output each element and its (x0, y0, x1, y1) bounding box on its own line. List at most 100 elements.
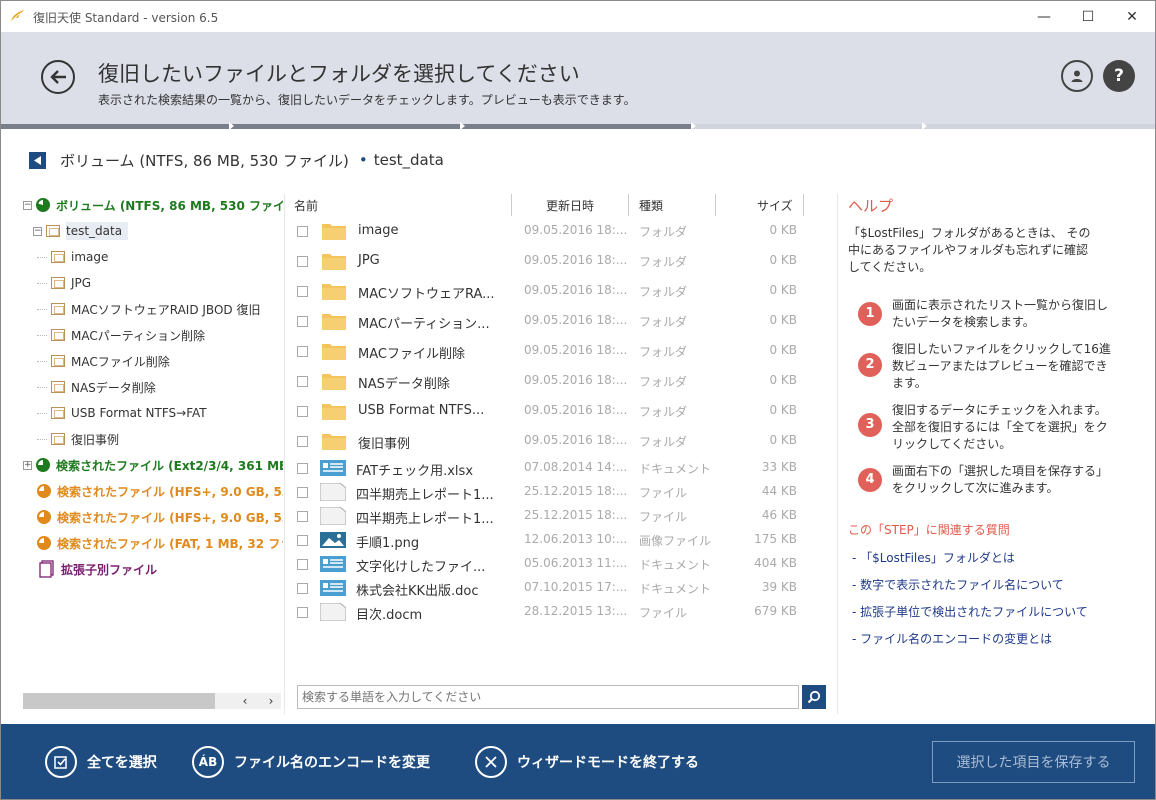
file-row[interactable]: 文字化けしたファイ... 05.06.2013 11:... ドキュメント 404 K… (293, 552, 808, 576)
file-row[interactable]: 四半期売上レポート1... 25.12.2015 18:... ファイル 46 KB (293, 504, 808, 528)
faq-link-numeric-names[interactable]: - 数字で表示されたファイル名について (852, 576, 1064, 593)
search-input[interactable] (297, 685, 799, 709)
file-checkbox[interactable] (297, 607, 308, 618)
file-size: 0 KB (769, 373, 797, 387)
file-name: 手順1.png (356, 536, 420, 551)
scroll-left-icon[interactable]: ‹ (235, 693, 255, 709)
file-type: フォルダ (639, 345, 688, 359)
file-row[interactable]: image 09.05.2016 18:... フォルダ 0 KB (293, 216, 808, 246)
faq-link-lostfiles[interactable]: - 「$LostFiles」フォルダとは (852, 549, 1015, 566)
file-row[interactable]: 復旧事例 09.05.2016 18:... フォルダ 0 KB (293, 426, 808, 456)
tree-item-child[interactable]: MACソフトウェアRAID JBOD 復旧 (37, 298, 260, 320)
breadcrumb-volume[interactable]: ボリューム (NTFS, 86 MB, 530 ファイル) (60, 150, 349, 171)
file-checkbox[interactable] (297, 511, 308, 522)
column-header-date[interactable]: 更新日時 (546, 194, 594, 216)
tree-item-found-1[interactable]: 検索されたファイル (HFS+, 9.0 GB, 537 (37, 480, 283, 502)
file-checkbox[interactable] (297, 226, 308, 237)
file-row[interactable]: MACパーティション... 09.05.2016 18:... フォルダ 0 KB (293, 306, 808, 336)
tree-item-child[interactable]: MACパーティション削除 (37, 324, 205, 346)
expand-icon[interactable]: + (23, 460, 32, 470)
file-checkbox[interactable] (297, 316, 308, 327)
tree-item-found-3[interactable]: 検索されたファイル (FAT, 1 MB, 32 ファ (37, 532, 283, 554)
file-checkbox[interactable] (297, 559, 308, 570)
tree-item-label: 復旧事例 (71, 432, 120, 447)
file-row[interactable]: MACソフトウェアRA... 09.05.2016 18:... フォルダ 0 KB (293, 276, 808, 306)
faq-link-encoding[interactable]: - ファイル名のエンコードの変更とは (852, 630, 1052, 647)
save-selected-button[interactable]: 選択した項目を保存する (932, 741, 1135, 783)
file-row[interactable]: NASデータ削除 09.05.2016 18:... フォルダ 0 KB (293, 366, 808, 396)
faq-link-extension-files[interactable]: - 拡張子単位で検出されたファイルについて (852, 603, 1088, 620)
tree-item-found-0[interactable]: + 検索されたファイル (Ext2/3/4, 361 MB (23, 454, 283, 476)
file-checkbox[interactable] (297, 376, 308, 387)
file-size: 175 KB (754, 532, 797, 546)
breadcrumb-back-button[interactable] (29, 151, 46, 169)
breadcrumb-separator: • (358, 151, 368, 169)
tree-item-child[interactable]: MACファイル削除 (37, 350, 170, 372)
tree-item-child[interactable]: image (37, 246, 108, 268)
file-row[interactable]: JPG 09.05.2016 18:... フォルダ 0 KB (293, 246, 808, 276)
tree-horizontal-scrollbar[interactable]: ‹ › (23, 693, 281, 709)
file-row[interactable]: 目次.docm 28.12.2015 13:... ファイル 679 KB (293, 600, 808, 624)
minimize-button[interactable]: — (1021, 1, 1067, 32)
file-checkbox[interactable] (297, 463, 308, 474)
file-checkbox[interactable] (297, 583, 308, 594)
page-title: 復旧したいファイルとフォルダを選択してください (98, 62, 580, 86)
collapse-icon[interactable]: − (23, 200, 32, 210)
file-name: 四半期売上レポート1... (356, 512, 494, 527)
tree-item-child[interactable]: NASデータ削除 (37, 376, 156, 398)
file-checkbox[interactable] (297, 487, 308, 498)
close-button[interactable]: ✕ (1109, 1, 1155, 32)
folder-icon (51, 251, 65, 263)
file-name: MACソフトウェアRA... (358, 287, 495, 302)
file-type: フォルダ (639, 315, 688, 329)
exit-wizard-label: ウィザードモードを終了する (517, 755, 699, 771)
file-size: 0 KB (769, 253, 797, 267)
tree-item-volume[interactable]: − ボリューム (NTFS, 86 MB, 530 ファイル (23, 194, 283, 216)
change-encoding-button[interactable]: ÁB ファイル名のエンコードを変更 (192, 745, 430, 779)
tree-item-label: JPG (71, 276, 92, 290)
file-row[interactable]: 手順1.png 12.06.2013 10:... 画像ファイル 175 KB (293, 528, 808, 552)
column-separator[interactable] (511, 194, 512, 216)
file-checkbox[interactable] (297, 346, 308, 357)
file-row[interactable]: 株式会社KK出版.doc 07.10.2015 17:... ドキュメント 39 KB (293, 576, 808, 600)
folder-icon (322, 374, 346, 390)
tree-item-child[interactable]: 復旧事例 (37, 428, 119, 450)
collapse-icon[interactable]: − (33, 226, 42, 236)
tree-item-extension[interactable]: 拡張子別ファイル (39, 558, 157, 580)
file-type: フォルダ (639, 285, 688, 299)
maximize-button[interactable]: ☐ (1065, 1, 1111, 32)
scrollbar-thumb[interactable] (23, 693, 215, 709)
column-header-size[interactable]: サイズ (757, 194, 793, 216)
file-row[interactable]: USB Format NTFS... 09.05.2016 18:... フォルダ 0… (293, 396, 808, 426)
step-text: 画面右下の「選択した項目を保存する」をクリックして次に進みます。 (892, 464, 1109, 495)
column-header-name[interactable]: 名前 (294, 194, 318, 216)
tree-item-test-data[interactable]: − test_data (33, 220, 129, 242)
file-row[interactable]: 四半期売上レポート1... 25.12.2015 18:... ファイル 44 KB (293, 480, 808, 504)
column-separator[interactable] (715, 194, 716, 216)
column-separator[interactable] (803, 194, 804, 216)
file-type: ドキュメント (639, 558, 712, 572)
tree-item-child[interactable]: USB Format NTFS→FAT (37, 402, 207, 424)
file-checkbox[interactable] (297, 286, 308, 297)
back-button[interactable] (41, 60, 75, 94)
select-all-button[interactable]: 全てを選択 (45, 745, 157, 779)
progress-step-marker (460, 122, 465, 130)
tree-item-found-2[interactable]: 検索されたファイル (HFS+, 9.0 GB, 537 (37, 506, 283, 528)
column-separator[interactable] (628, 194, 629, 216)
help-button[interactable]: ? (1103, 60, 1135, 92)
account-button[interactable] (1061, 60, 1093, 92)
file-checkbox[interactable] (297, 256, 308, 267)
file-checkbox[interactable] (297, 406, 308, 417)
file-row[interactable]: FATチェック用.xlsx 07.08.2014 14:... ドキュメント 33 K… (293, 456, 808, 480)
tree-item-child[interactable]: JPG (37, 272, 91, 294)
file-checkbox[interactable] (297, 436, 308, 447)
column-header-type[interactable]: 種類 (639, 194, 663, 216)
folder-icon (51, 407, 65, 419)
search-button[interactable] (802, 685, 826, 709)
file-size: 0 KB (769, 343, 797, 357)
file-checkbox[interactable] (297, 535, 308, 546)
scroll-right-icon[interactable]: › (261, 693, 281, 709)
exit-wizard-button[interactable]: ウィザードモードを終了する (475, 745, 699, 779)
file-row[interactable]: MACファイル削除 09.05.2016 18:... フォルダ 0 KB (293, 336, 808, 366)
tree-item-label: MACソフトウェアRAID JBOD 復旧 (71, 302, 261, 317)
